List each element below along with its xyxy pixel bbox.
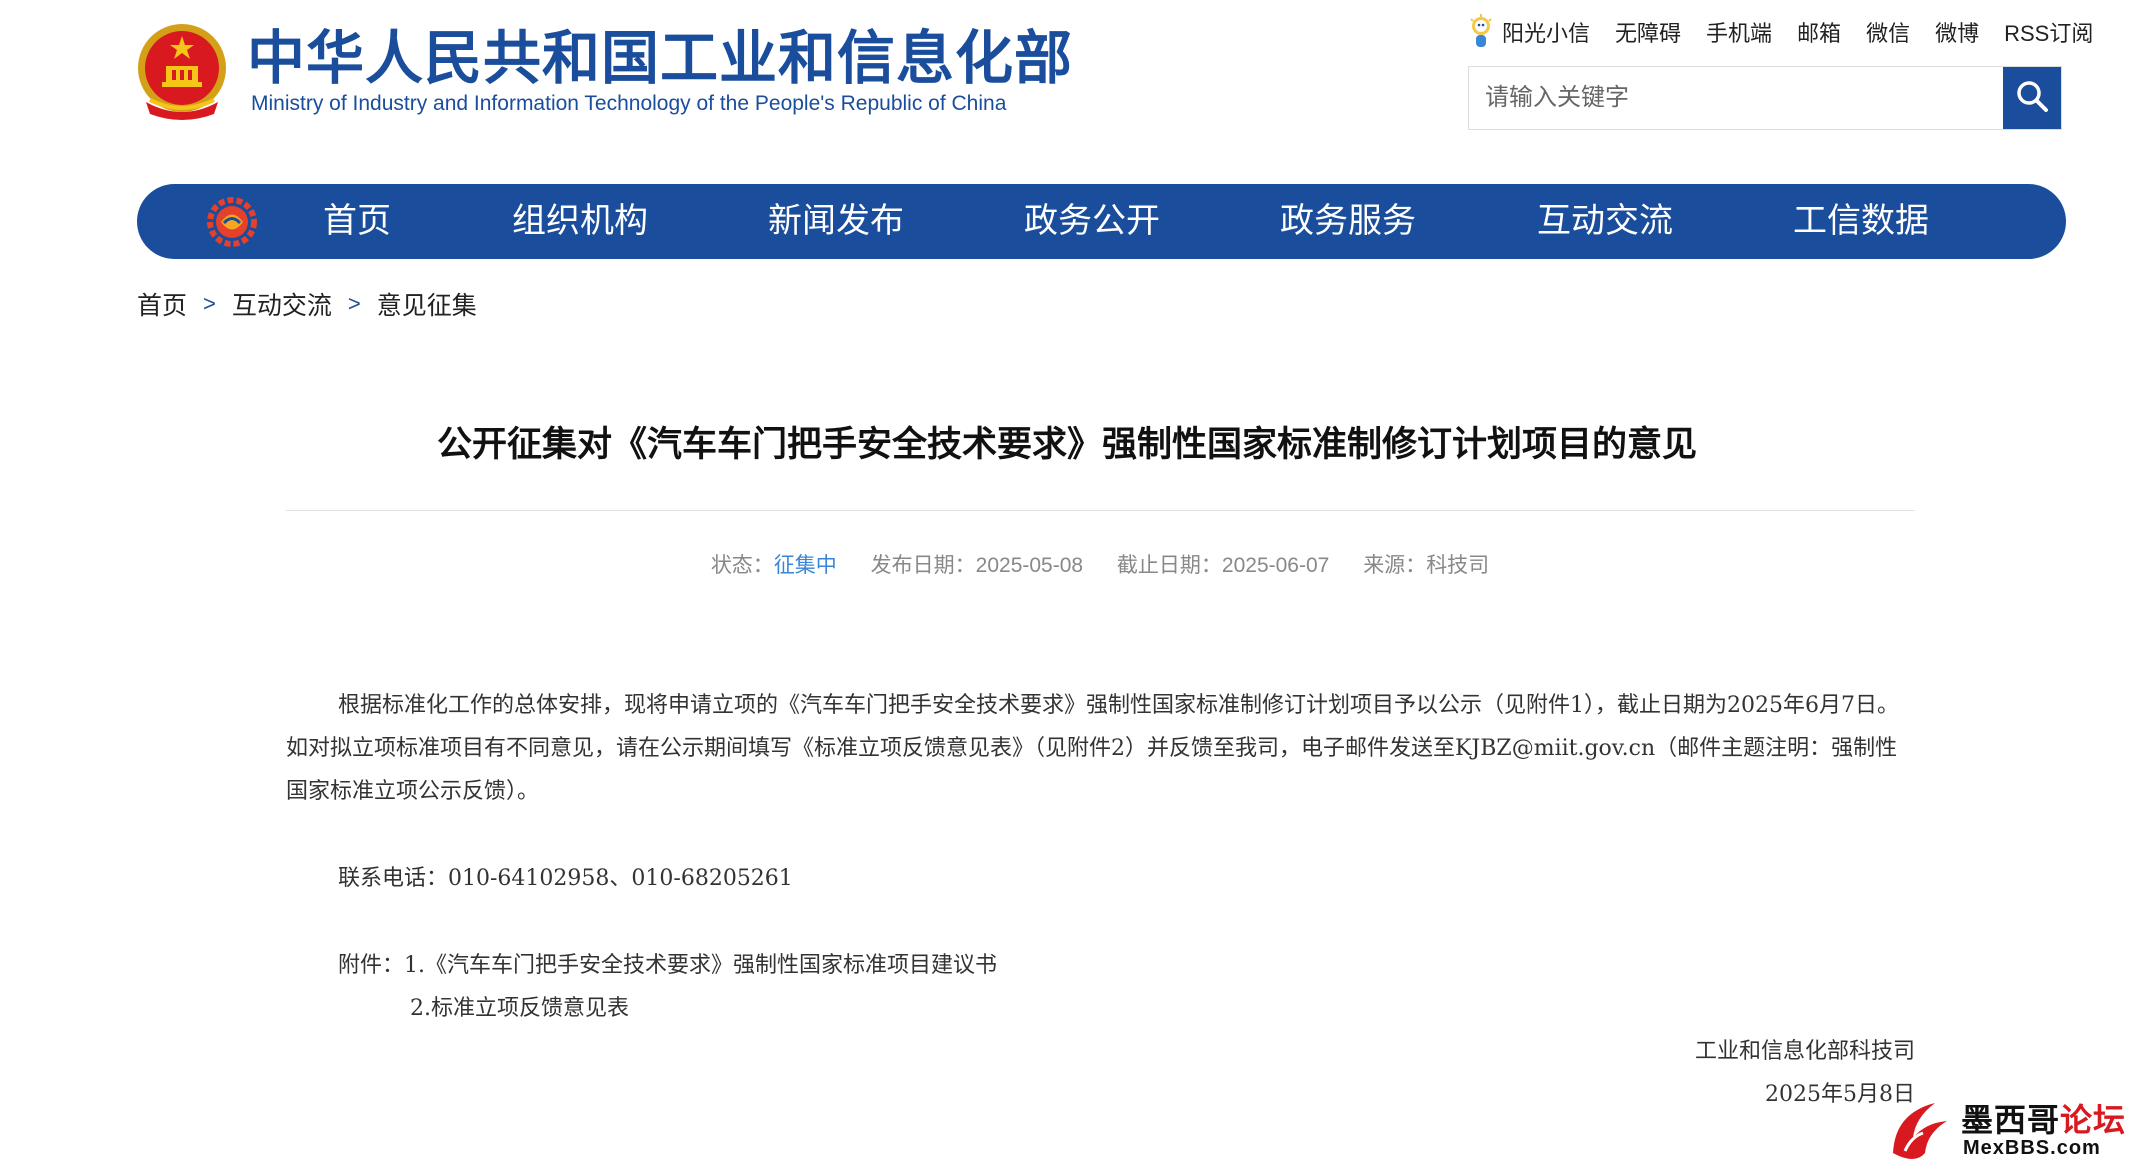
top-links: 阳光小信 无障碍 手机端 邮箱 微信 微博 RSS订阅 bbox=[1468, 12, 2093, 52]
toplink-accessibility[interactable]: 无障碍 bbox=[1615, 16, 1681, 48]
deadline-value: 2025-06-07 bbox=[1221, 554, 1330, 577]
watermark-swoosh-icon bbox=[1893, 1103, 1947, 1159]
nav-item-gov-services[interactable]: 政务服务 bbox=[1280, 184, 1416, 259]
breadcrumb-home[interactable]: 首页 bbox=[137, 286, 187, 322]
toplink-weibo[interactable]: 微博 bbox=[1935, 16, 1979, 48]
search-icon bbox=[2015, 79, 2049, 118]
toplink-mail[interactable]: 邮箱 bbox=[1797, 16, 1841, 48]
gear-logo-icon[interactable] bbox=[207, 197, 257, 247]
toplink-mobile[interactable]: 手机端 bbox=[1706, 16, 1772, 48]
watermark-text-black: 墨西哥 bbox=[1961, 1102, 2061, 1138]
toplink-wechat[interactable]: 微信 bbox=[1866, 16, 1910, 48]
nav-item-news[interactable]: 新闻发布 bbox=[768, 184, 904, 259]
main-nav: 首页 组织机构 新闻发布 政务公开 政务服务 互动交流 工信数据 bbox=[137, 184, 2066, 259]
attachment-2-link[interactable]: 2.标准立项反馈意见表 bbox=[410, 996, 629, 1021]
deadline-label: 截止日期： bbox=[1116, 554, 1222, 577]
breadcrumb-solicitation[interactable]: 意见征集 bbox=[377, 286, 477, 322]
breadcrumb-separator: > bbox=[347, 291, 361, 316]
national-emblem-logo[interactable] bbox=[136, 22, 228, 122]
source-label: 来源： bbox=[1363, 554, 1427, 577]
site-name-en[interactable]: Ministry of Industry and Information Tec… bbox=[251, 92, 1006, 116]
status-value: 征集中 bbox=[773, 554, 837, 577]
breadcrumb-interaction[interactable]: 互动交流 bbox=[232, 286, 332, 322]
site-name-cn[interactable]: 中华人民共和国工业和信息化部 bbox=[247, 26, 1073, 92]
search-box bbox=[1468, 66, 2062, 130]
title-divider bbox=[286, 510, 1915, 511]
watermark-sub: MexBBS.com bbox=[1963, 1137, 2101, 1159]
publish-date-label: 发布日期： bbox=[870, 554, 976, 577]
breadcrumb: 首页 > 互动交流 > 意见征集 bbox=[137, 286, 477, 322]
attachment-1-link[interactable]: 1.《汽车车门把手安全技术要求》强制性国家标准项目建议书 bbox=[404, 953, 997, 978]
article-meta: 状态：征集中 发布日期：2025-05-08 截止日期：2025-06-07 来… bbox=[0, 549, 2134, 579]
nav-item-interaction[interactable]: 互动交流 bbox=[1537, 184, 1673, 259]
publish-date-value: 2025-05-08 bbox=[975, 554, 1084, 577]
signature-date: 2025年5月8日 bbox=[1765, 1082, 1915, 1107]
signature-org: 工业和信息化部科技司 bbox=[1694, 1039, 1915, 1064]
attachment-2-line: 2.标准立项反馈意见表 bbox=[286, 987, 1915, 1030]
article-body: 根据标准化工作的总体安排，现将申请立项的《汽车车门把手安全技术要求》强制性国家标… bbox=[286, 684, 1915, 1116]
attachment-1-line: 附件：1.《汽车车门把手安全技术要求》强制性国家标准项目建议书 bbox=[286, 944, 1915, 987]
article-title: 公开征集对《汽车车门把手安全技术要求》强制性国家标准制修订计划项目的意见 bbox=[436, 425, 1697, 464]
article-paragraph: 根据标准化工作的总体安排，现将申请立项的《汽车车门把手安全技术要求》强制性国家标… bbox=[286, 693, 1899, 804]
nav-item-home[interactable]: 首页 bbox=[323, 184, 391, 259]
mexbbs-watermark: 墨西哥论坛 MexBBS.com bbox=[1885, 1093, 2134, 1168]
search-input[interactable] bbox=[1469, 67, 1997, 129]
breadcrumb-separator: > bbox=[203, 291, 216, 316]
source-value: 科技司 bbox=[1426, 554, 1490, 577]
sun-mascot-icon[interactable] bbox=[1468, 14, 1494, 50]
toplink-sunshine[interactable]: 阳光小信 bbox=[1502, 16, 1590, 48]
contact-phone: 联系电话：010-64102958、010-68205261 bbox=[338, 866, 793, 891]
watermark-text: 墨西哥论坛 bbox=[1961, 1095, 2126, 1141]
status-label: 状态： bbox=[710, 554, 774, 577]
search-button[interactable] bbox=[2003, 67, 2061, 129]
nav-item-data[interactable]: 工信数据 bbox=[1793, 184, 1929, 259]
nav-item-gov-affairs[interactable]: 政务公开 bbox=[1024, 184, 1160, 259]
toplink-rss[interactable]: RSS订阅 bbox=[2004, 16, 2093, 48]
nav-item-organization[interactable]: 组织机构 bbox=[512, 184, 648, 259]
attachment-label: 附件： bbox=[338, 953, 405, 978]
watermark-text-red: 论坛 bbox=[2060, 1102, 2127, 1138]
